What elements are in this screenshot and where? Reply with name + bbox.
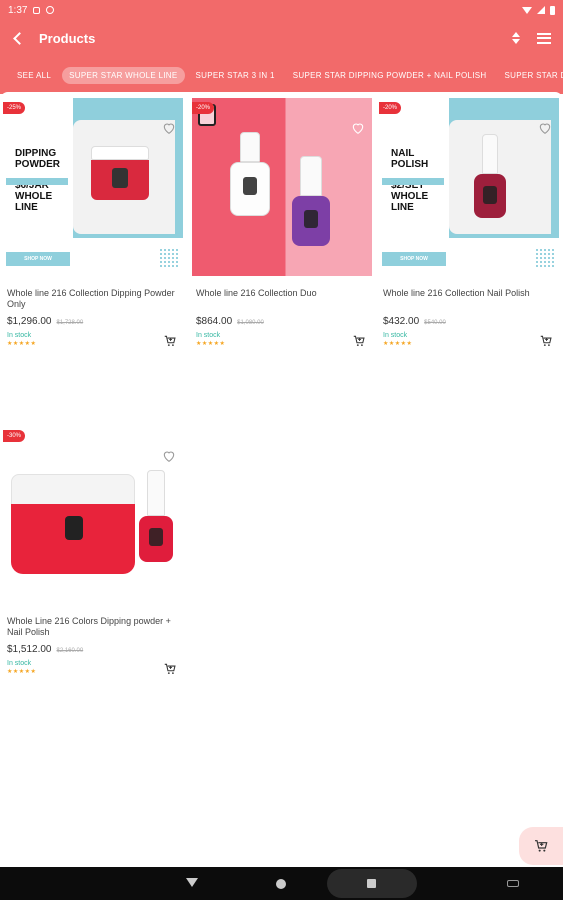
category-tab-whole-line[interactable]: SUPER STAR WHOLE LINE — [62, 66, 185, 84]
status-bar: 1:37 — [0, 0, 563, 20]
cart-add-icon[interactable] — [163, 334, 177, 348]
cart-add-icon[interactable] — [163, 662, 177, 676]
notification-icon — [33, 6, 41, 14]
dnd-icon — [46, 6, 55, 14]
rating-stars: ★★★★★ — [383, 341, 413, 347]
product-image[interactable]: -20% — [192, 98, 372, 276]
discount-badge: -25% — [3, 102, 26, 114]
heart-outline-icon[interactable] — [161, 120, 177, 136]
nav-back-icon[interactable] — [186, 878, 198, 887]
product-card[interactable]: NAIL POLISH $2/SET WHOLE LINE SHOP NOW -… — [379, 98, 559, 347]
discount-badge: -20% — [379, 102, 402, 114]
product-price: $432.00 — [383, 316, 420, 327]
app-bar: Products — [0, 20, 563, 56]
discount-badge: -20% — [192, 102, 215, 114]
product-image[interactable]: -30% — [3, 426, 183, 604]
sort-icon[interactable] — [511, 31, 521, 45]
hamburger-menu-icon[interactable] — [537, 32, 551, 44]
chevron-left-icon — [12, 31, 26, 45]
heart-outline-icon[interactable] — [161, 448, 177, 464]
product-price: $864.00 — [196, 316, 233, 327]
shop-now-button: SHOP NOW — [6, 252, 70, 266]
product-name[interactable]: Whole line 216 Collection Duo — [192, 288, 372, 312]
system-nav-bar — [0, 867, 563, 900]
keyboard-icon[interactable] — [507, 880, 519, 887]
stock-status: In stock — [7, 332, 32, 339]
cart-add-icon[interactable] — [539, 334, 553, 348]
product-image[interactable]: NAIL POLISH $2/SET WHOLE LINE SHOP NOW -… — [379, 98, 559, 276]
dipping-jar-image — [11, 504, 135, 574]
category-tabs: SEE ALL SUPER STAR WHOLE LINE SUPER STAR… — [0, 56, 563, 94]
product-old-price: $1,728.00 — [56, 320, 84, 326]
product-old-price: $2,160.00 — [56, 648, 84, 654]
rating-stars: ★★★★★ — [7, 669, 37, 675]
signal-icon — [537, 6, 545, 14]
cart-add-icon[interactable] — [352, 334, 366, 348]
product-price: $1,296.00 — [7, 316, 52, 327]
product-name[interactable]: Whole line 216 Collection Nail Polish — [379, 288, 559, 312]
page-title: Products — [39, 30, 96, 46]
product-image[interactable]: DIPPING POWDER $6/JAR WHOLE LINE SHOP NO… — [3, 98, 183, 276]
category-tab-see-all[interactable]: SEE ALL — [10, 67, 58, 84]
stock-status: In stock — [383, 332, 408, 339]
heart-outline-icon[interactable] — [350, 120, 366, 136]
nail-polish-bottle-image — [139, 470, 173, 562]
rating-stars: ★★★★★ — [7, 341, 37, 347]
product-card[interactable]: -30% Whole Line 216 Colors Dipping powde… — [3, 426, 183, 675]
floating-cart-button[interactable] — [519, 827, 563, 865]
product-card[interactable]: DIPPING POWDER $6/JAR WHOLE LINE SHOP NO… — [3, 98, 183, 347]
discount-badge: -30% — [3, 430, 26, 442]
dipping-jar-image — [91, 146, 149, 200]
product-old-price: $1,080.00 — [237, 320, 264, 326]
wifi-icon — [522, 6, 532, 14]
stock-status: In stock — [7, 660, 32, 667]
cart-add-icon — [535, 840, 548, 852]
shop-now-button: SHOP NOW — [382, 252, 446, 266]
heart-outline-icon[interactable] — [537, 120, 553, 136]
category-tab-3-in-1[interactable]: SUPER STAR 3 IN 1 — [189, 67, 282, 84]
product-name[interactable]: Whole line 216 Collection Dipping Powder… — [3, 288, 183, 312]
purple-bottle-image — [292, 156, 330, 246]
category-tab-dipping[interactable]: SUPER STAR DI — [497, 67, 563, 84]
nav-recents-icon[interactable] — [367, 879, 376, 888]
product-name[interactable]: Whole Line 216 Colors Dipping powder + N… — [3, 616, 183, 640]
product-grid: DIPPING POWDER $6/JAR WHOLE LINE SHOP NO… — [0, 92, 563, 867]
rating-stars: ★★★★★ — [196, 341, 226, 347]
nail-polish-bottle-image — [474, 134, 506, 218]
category-tab-dipping-nail-polish[interactable]: SUPER STAR DIPPING POWDER + NAIL POLISH — [286, 67, 494, 84]
product-price: $1,512.00 — [7, 644, 52, 655]
white-bottle-image — [230, 132, 270, 216]
product-card[interactable]: -20% Whole line 216 Collection Duo $864.… — [192, 98, 372, 347]
status-time: 1:37 — [8, 4, 28, 16]
stock-status: In stock — [196, 332, 221, 339]
product-old-price: $540.00 — [424, 320, 446, 326]
battery-icon — [550, 5, 555, 15]
nav-home-icon[interactable] — [276, 879, 286, 889]
back-button[interactable] — [0, 20, 34, 56]
